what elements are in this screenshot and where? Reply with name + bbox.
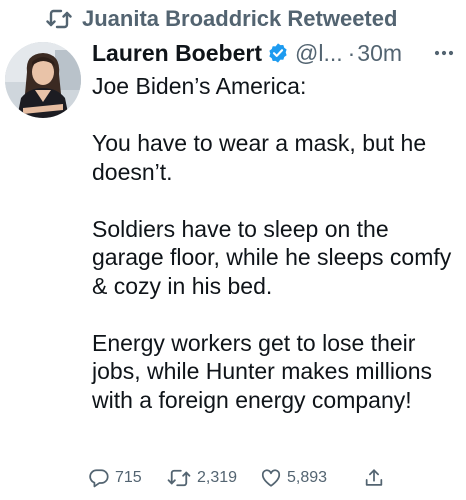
header-separator: · bbox=[347, 39, 356, 66]
avatar[interactable] bbox=[5, 42, 81, 118]
reply-count: 715 bbox=[115, 469, 142, 486]
tweet-timestamp[interactable]: 30m bbox=[357, 40, 402, 67]
heart-icon bbox=[260, 467, 282, 489]
author-handle[interactable]: @l... bbox=[295, 40, 343, 67]
reply-icon bbox=[88, 467, 110, 489]
verified-badge-icon bbox=[267, 42, 289, 64]
tweet-header: Lauren Boebert @l... · 30m bbox=[92, 37, 460, 69]
tweet-paragraph: Energy workers get to lose their jobs, w… bbox=[92, 329, 433, 413]
tweet-actions: 715 2,319 5,893 bbox=[88, 464, 388, 492]
author-name[interactable]: Lauren Boebert bbox=[92, 40, 262, 67]
like-button[interactable]: 5,893 bbox=[260, 464, 327, 492]
tweet-paragraph: Soldiers have to sleep on the garage flo… bbox=[92, 215, 452, 299]
tweet-paragraph: Joe Biden’s America: bbox=[92, 73, 307, 99]
avatar-image bbox=[5, 42, 81, 118]
share-icon bbox=[363, 467, 385, 489]
like-count: 5,893 bbox=[287, 469, 328, 486]
tweet-text: Joe Biden’s America: You have to wear a … bbox=[92, 72, 458, 414]
share-button[interactable] bbox=[363, 464, 385, 492]
social-context-label: Juanita Broaddrick Retweeted bbox=[82, 6, 398, 31]
more-horizontal-icon[interactable] bbox=[428, 39, 460, 67]
tweet-paragraph: You have to wear a mask, but he doesn’t. bbox=[92, 130, 427, 185]
retweet-button[interactable]: 2,319 bbox=[166, 464, 237, 492]
tweet[interactable]: Juanita Broaddrick Retweeted Lauren Boeb… bbox=[0, 0, 466, 500]
retweet-icon bbox=[166, 468, 192, 488]
retweet-icon bbox=[46, 8, 72, 30]
reply-button[interactable]: 715 bbox=[88, 464, 142, 492]
retweet-count: 2,319 bbox=[197, 469, 238, 486]
social-context[interactable]: Juanita Broaddrick Retweeted bbox=[46, 4, 397, 34]
